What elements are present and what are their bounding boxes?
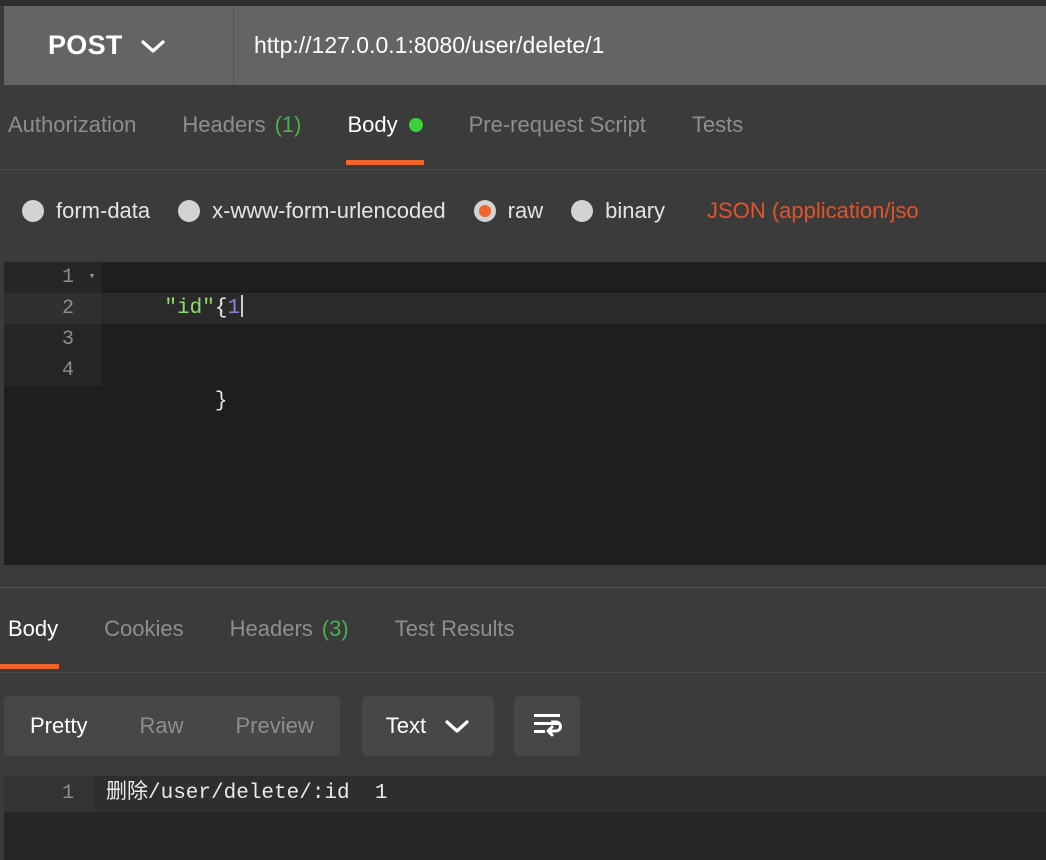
radio-x-www-form-urlencoded[interactable]: x-www-form-urlencoded xyxy=(178,198,446,224)
response-body-viewer[interactable]: 1 删除/user/delete/:id 1 xyxy=(4,776,1046,860)
http-method-label: POST xyxy=(48,30,123,60)
fold-spacer xyxy=(82,293,102,324)
response-headers-count-badge: (3) xyxy=(321,615,349,641)
body-modified-dot-icon xyxy=(408,118,423,132)
radio-icon xyxy=(178,200,201,222)
tab-label: Body xyxy=(347,112,398,137)
line-content: { xyxy=(102,262,1046,320)
line-content: "id":1 xyxy=(102,293,1046,324)
radio-raw[interactable]: raw xyxy=(473,198,544,224)
json-brace: } xyxy=(214,390,228,413)
url-input[interactable]: http://127.0.0.1:8080/user/delete/1 xyxy=(234,6,1046,85)
tab-label: Authorization xyxy=(8,112,137,137)
radio-icon xyxy=(22,200,44,222)
json-key: "id" xyxy=(164,297,215,320)
line-number: 2 xyxy=(4,293,82,324)
response-empty-area xyxy=(4,812,1046,860)
tab-headers[interactable]: Headers (1) xyxy=(159,85,324,165)
tab-label: Headers xyxy=(229,615,313,641)
tab-pre-request-script[interactable]: Pre-request Script xyxy=(446,85,669,165)
radio-label: raw xyxy=(507,198,544,223)
headers-count-badge: (1) xyxy=(274,112,302,137)
fold-arrow-icon[interactable]: ▾ xyxy=(82,262,102,293)
postman-request-response-view: POST http://127.0.0.1:8080/user/delete/1… xyxy=(0,0,1046,860)
tab-label: Pre-request Script xyxy=(468,112,646,137)
fold-spacer xyxy=(82,324,102,355)
response-view-mode-group: Pretty Raw Preview xyxy=(4,696,340,756)
tab-authorization[interactable]: Authorization xyxy=(0,85,159,165)
response-line: 1 删除/user/delete/:id 1 xyxy=(4,776,1046,812)
tab-label: Cookies xyxy=(104,615,184,641)
tab-tests[interactable]: Tests xyxy=(669,85,766,165)
radio-label: binary xyxy=(605,198,666,223)
line-number: 1 xyxy=(4,262,82,293)
editor-line: 3 xyxy=(4,324,1046,355)
radio-selected-icon xyxy=(473,200,496,222)
response-view-toolbar: Pretty Raw Preview Text xyxy=(4,696,581,756)
line-content xyxy=(102,324,1046,355)
line-number: 3 xyxy=(4,324,82,355)
request-tabs: Authorization Headers (1) Body Pre-reque… xyxy=(0,85,1046,170)
line-number: 1 xyxy=(4,776,84,812)
json-number: 1 xyxy=(227,297,241,320)
chevron-down-icon xyxy=(140,38,166,54)
request-body-editor[interactable]: 1 ▾ { 2 "id":1 3 4 } xyxy=(4,262,1046,565)
response-tab-body[interactable]: Body xyxy=(0,588,81,669)
pane-gap xyxy=(0,565,1046,587)
url-value: http://127.0.0.1:8080/user/delete/1 xyxy=(254,32,605,58)
tab-label: Tests xyxy=(691,112,744,137)
tab-label: Body xyxy=(8,615,59,641)
word-wrap-button[interactable] xyxy=(514,696,581,756)
radio-icon xyxy=(571,200,594,222)
view-mode-pretty[interactable]: Pretty xyxy=(4,696,113,756)
tab-label: Test Results xyxy=(394,615,515,641)
editor-line: 4 } xyxy=(4,355,1046,413)
response-tab-test-results[interactable]: Test Results xyxy=(372,588,538,669)
radio-label: x-www-form-urlencoded xyxy=(212,198,446,223)
word-wrap-icon xyxy=(531,710,563,743)
gutter-padding xyxy=(84,776,94,812)
chevron-down-icon xyxy=(444,718,470,734)
http-method-dropdown[interactable]: POST xyxy=(4,6,234,85)
response-tab-cookies[interactable]: Cookies xyxy=(81,588,206,669)
radio-binary[interactable]: binary xyxy=(571,198,665,224)
line-number: 4 xyxy=(4,355,82,386)
response-tab-headers[interactable]: Headers (3) xyxy=(207,588,372,669)
text-cursor xyxy=(241,295,244,317)
radio-form-data[interactable]: form-data xyxy=(22,198,150,224)
response-format-label: Text xyxy=(385,713,427,738)
editor-line-active: 2 "id":1 xyxy=(4,293,1046,324)
response-line-content: 删除/user/delete/:id 1 xyxy=(106,782,388,805)
content-type-dropdown[interactable]: JSON (application/jso xyxy=(707,198,919,224)
tab-label: Headers xyxy=(182,112,266,137)
body-type-options: form-data x-www-form-urlencoded raw bina… xyxy=(0,180,1046,242)
response-tabs: Body Cookies Headers (3) Test Results xyxy=(0,588,1046,673)
radio-label: form-data xyxy=(56,198,151,223)
json-colon: : xyxy=(214,297,228,320)
view-mode-preview[interactable]: Preview xyxy=(209,696,339,756)
tab-body[interactable]: Body xyxy=(324,85,445,165)
view-mode-raw[interactable]: Raw xyxy=(113,696,209,756)
line-content: } xyxy=(102,355,1046,413)
response-format-dropdown[interactable]: Text xyxy=(361,696,495,756)
fold-spacer xyxy=(82,355,102,386)
request-url-bar: POST http://127.0.0.1:8080/user/delete/1 xyxy=(4,6,1046,85)
editor-line: 1 ▾ { xyxy=(4,262,1046,320)
